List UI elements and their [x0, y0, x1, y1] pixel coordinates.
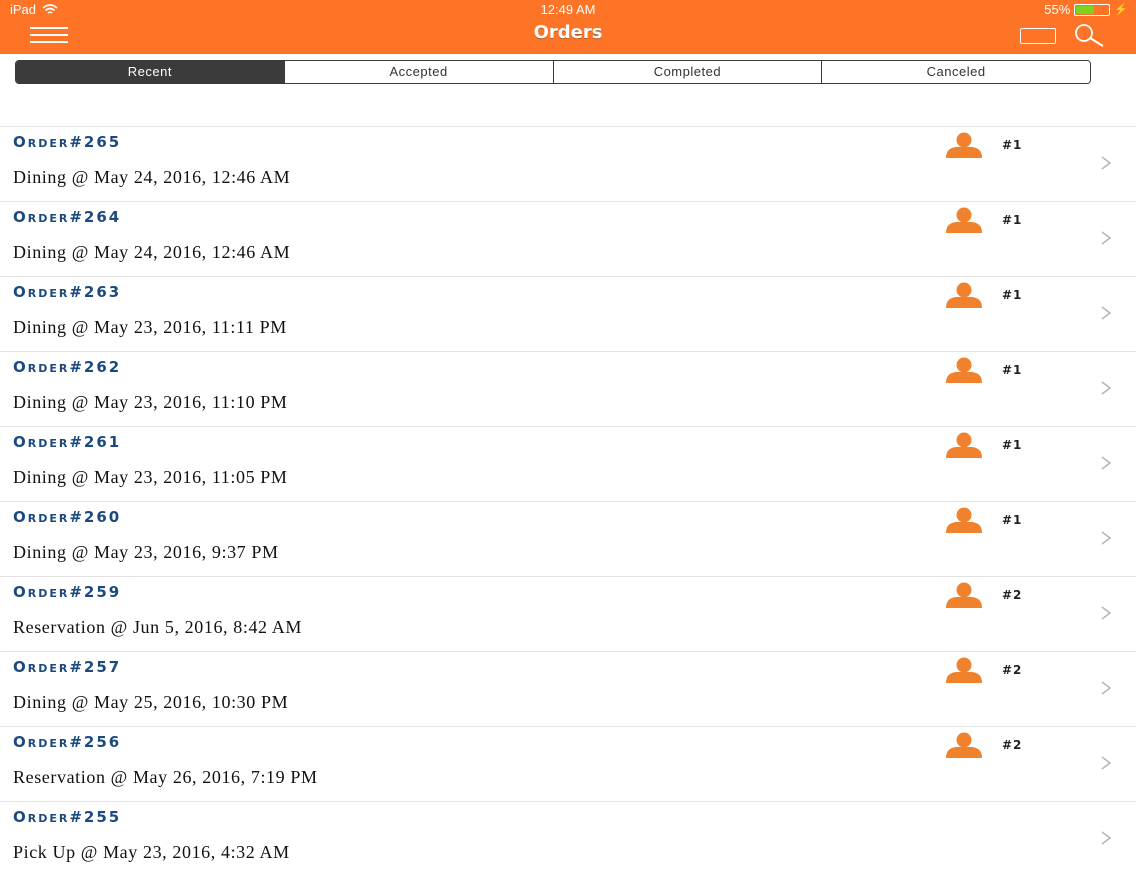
order-detail: Dining @ May 23, 2016, 9:37 PM: [13, 542, 279, 562]
person-icon: [946, 282, 982, 308]
guest-count: #1: [1002, 288, 1023, 302]
guest-count: #1: [1002, 138, 1023, 152]
chevron-right-icon: [1101, 381, 1112, 395]
guest-count: #2: [1002, 588, 1023, 602]
chevron-right-icon: [1101, 606, 1112, 620]
order-row[interactable]: Order#263 Dining @ May 23, 2016, 11:11 P…: [0, 276, 1136, 351]
order-detail: Reservation @ Jun 5, 2016, 8:42 AM: [13, 617, 302, 637]
order-id: Order#262: [13, 358, 122, 376]
folder-icon[interactable]: [1020, 28, 1056, 44]
battery-level: [1076, 5, 1094, 14]
order-id: Order#260: [13, 508, 122, 526]
order-detail: Reservation @ May 26, 2016, 7:19 PM: [13, 767, 318, 787]
status-time: 12:49 AM: [540, 2, 596, 17]
battery-icon: [1074, 3, 1111, 16]
tab-accepted[interactable]: Accepted: [283, 61, 553, 83]
order-id: Order#265: [13, 133, 122, 151]
order-id: Order#263: [13, 283, 122, 301]
person-icon: [946, 657, 982, 683]
guest-count: #1: [1002, 438, 1023, 452]
chevron-right-icon: [1101, 531, 1112, 545]
person-icon: [946, 357, 982, 383]
chevron-right-icon: [1101, 156, 1112, 170]
guest-count: #2: [1002, 738, 1023, 752]
guest-count: #2: [1002, 663, 1023, 677]
person-icon: [946, 507, 982, 533]
order-detail: Dining @ May 24, 2016, 12:46 AM: [13, 242, 291, 262]
order-id: Order#259: [13, 583, 122, 601]
guest-count: #1: [1002, 213, 1023, 227]
guest-count: #1: [1002, 513, 1023, 527]
order-detail: Dining @ May 25, 2016, 10:30 PM: [13, 692, 289, 712]
battery-percent: 55%: [1044, 2, 1071, 17]
person-icon: [946, 732, 982, 758]
order-id: Order#264: [13, 208, 122, 226]
chevron-right-icon: [1101, 456, 1112, 470]
order-row[interactable]: Order#259 Reservation @ Jun 5, 2016, 8:4…: [0, 576, 1136, 651]
chevron-right-icon: [1101, 831, 1112, 845]
order-row[interactable]: Order#262 Dining @ May 23, 2016, 11:10 P…: [0, 351, 1136, 426]
orders-list: Order#265 Dining @ May 24, 2016, 12:46 A…: [0, 126, 1136, 876]
person-icon: [946, 132, 982, 158]
order-detail: Dining @ May 23, 2016, 11:11 PM: [13, 317, 287, 337]
tab-recent[interactable]: Recent: [16, 61, 284, 83]
chevron-right-icon: [1101, 306, 1112, 320]
page-title: Orders: [533, 22, 603, 43]
order-row[interactable]: Order#261 Dining @ May 23, 2016, 11:05 P…: [0, 426, 1136, 501]
person-icon: [946, 207, 982, 233]
order-id: Order#261: [13, 433, 122, 451]
order-row[interactable]: Order#264 Dining @ May 24, 2016, 12:46 A…: [0, 201, 1136, 276]
tab-canceled[interactable]: Canceled: [821, 61, 1090, 83]
order-detail: Pick Up @ May 23, 2016, 4:32 AM: [13, 842, 290, 862]
person-icon: [946, 582, 982, 608]
person-icon: [946, 432, 982, 458]
order-detail: Dining @ May 24, 2016, 12:46 AM: [13, 167, 291, 187]
tab-completed[interactable]: Completed: [552, 61, 822, 83]
order-row[interactable]: Order#265 Dining @ May 24, 2016, 12:46 A…: [0, 126, 1136, 201]
order-detail: Dining @ May 23, 2016, 11:05 PM: [13, 467, 288, 487]
status-bar-right: 55% ⚡: [1044, 2, 1128, 17]
chevron-right-icon: [1101, 756, 1112, 770]
charging-icon: ⚡: [1114, 4, 1128, 16]
order-status-tabs: Recent Accepted Completed Canceled: [15, 60, 1091, 84]
order-id: Order#257: [13, 658, 122, 676]
order-row[interactable]: Order#256 Reservation @ May 26, 2016, 7:…: [0, 726, 1136, 801]
search-icon[interactable]: [1070, 22, 1106, 48]
order-detail: Dining @ May 23, 2016, 11:10 PM: [13, 392, 288, 412]
order-row[interactable]: Order#260 Dining @ May 23, 2016, 9:37 PM…: [0, 501, 1136, 576]
order-id: Order#256: [13, 733, 122, 751]
order-row[interactable]: Order#255 Pick Up @ May 23, 2016, 4:32 A…: [0, 801, 1136, 876]
guest-count: #1: [1002, 363, 1023, 377]
order-id: Order#255: [13, 808, 122, 826]
chevron-right-icon: [1101, 231, 1112, 245]
navigation-bar: iPad 12:49 AM 55% ⚡ Orders: [0, 0, 1136, 54]
order-row[interactable]: Order#257 Dining @ May 25, 2016, 10:30 P…: [0, 651, 1136, 726]
chevron-right-icon: [1101, 681, 1112, 695]
